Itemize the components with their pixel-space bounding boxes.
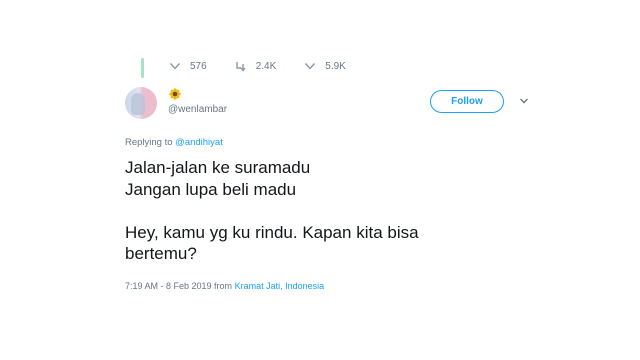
tweet-timestamp[interactable]: 7:19 AM - 8 Feb 2019 from [125,281,235,291]
reply-icon [169,63,181,70]
like-count: 5.9K [325,60,346,72]
retweet-count: 2.4K [255,60,277,72]
retweet-action[interactable]: 2.4K [235,60,277,72]
sunflower-icon [169,88,181,100]
avatar-photo [131,93,145,115]
chevron-down-icon[interactable] [519,97,529,105]
heart-icon [305,63,316,70]
tweet-text: Jalan-jalan ke suramadu Jangan lupa beli… [125,158,419,263]
replying-to-prefix: Replying to [125,137,176,148]
reply-count: 576 [190,60,207,72]
thread-connector-line [141,58,144,78]
avatar[interactable] [125,87,157,119]
tweet-action-bar: 576 2.4K 5.9K [169,58,374,74]
user-handle[interactable]: @wenlambar [168,104,227,115]
replying-to-mention[interactable]: @andihiyat [175,137,223,148]
replying-to: Replying to @andihiyat [125,137,223,148]
retweet-icon [235,62,246,72]
tweet-location[interactable]: Kramat Jati, Indonesia [235,281,325,291]
like-action[interactable]: 5.9K [304,60,346,72]
follow-button[interactable]: Follow [430,90,504,113]
tweet-meta: 7:19 AM - 8 Feb 2019 from Kramat Jati, I… [125,281,324,291]
reply-action[interactable]: 576 [169,60,207,72]
